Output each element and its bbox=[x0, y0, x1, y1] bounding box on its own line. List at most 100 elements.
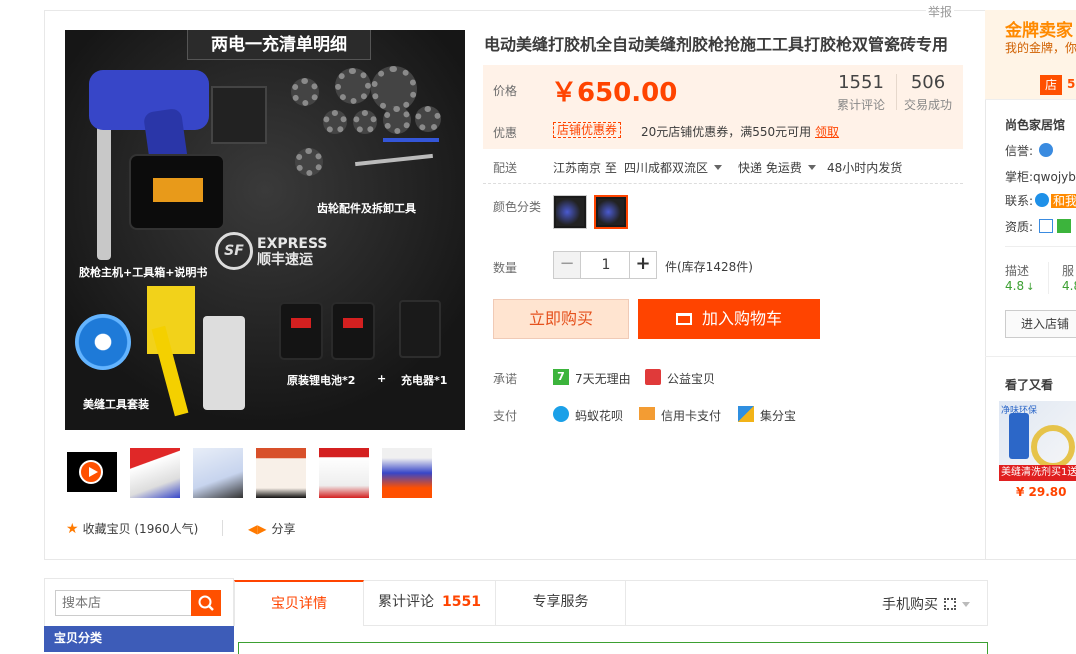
delivery-from: 江苏南京 至 bbox=[553, 161, 617, 175]
gear-icon bbox=[323, 110, 347, 134]
quantity-input[interactable] bbox=[582, 252, 630, 278]
gear-icon bbox=[291, 78, 319, 106]
product-can bbox=[1009, 413, 1029, 459]
thumbnail-4[interactable] bbox=[317, 446, 371, 500]
stock-text: 件(库存1428件) bbox=[665, 260, 753, 274]
star-icon: ★ bbox=[66, 521, 79, 537]
claim-coupon-link[interactable]: 领取 bbox=[815, 123, 839, 140]
favorite-button[interactable]: ★ 收藏宝贝 (1960人气) bbox=[66, 520, 198, 537]
cart-icon bbox=[675, 313, 692, 325]
pay-credit: 信用卡支付 bbox=[661, 409, 722, 423]
search-input[interactable] bbox=[55, 590, 193, 616]
shop-name[interactable]: 尚色家居馆 bbox=[1005, 116, 1065, 133]
divider bbox=[985, 356, 1076, 357]
main-product-image[interactable]: 两电一充清单明细 齿轮配件及拆卸工具 SF EXPRESS 顺丰速运 胶枪主机+工… bbox=[65, 30, 465, 430]
license-icon[interactable] bbox=[1039, 219, 1054, 233]
owner-row: 掌柜:qwojyb bbox=[1005, 168, 1076, 185]
rate-1-label: 描述 bbox=[1005, 264, 1030, 278]
express-logo: EXPRESS 顺丰速运 bbox=[257, 236, 328, 268]
see-also-title: 看了又看 bbox=[1005, 378, 1054, 392]
tab-service[interactable]: 专享服务 bbox=[496, 580, 626, 626]
gear-icon bbox=[415, 106, 441, 132]
enter-store-button[interactable]: 进入店铺 bbox=[1005, 310, 1076, 338]
charity-icon bbox=[645, 369, 661, 385]
gear-icon bbox=[371, 66, 417, 112]
tool-pack bbox=[203, 316, 245, 410]
tab-reviews-count: 1551 bbox=[442, 594, 481, 610]
cert-icon[interactable] bbox=[1057, 219, 1072, 233]
caption-charger: 充电器*1 bbox=[401, 374, 448, 387]
promise-charity[interactable]: 公益宝贝 bbox=[667, 370, 715, 387]
contact-row: 联系: 和我 bbox=[1005, 192, 1076, 209]
manual-pack bbox=[211, 86, 267, 144]
review-count[interactable]: 1551 bbox=[831, 72, 891, 93]
gold-seller-title: 金牌卖家 bbox=[1005, 21, 1073, 41]
tab-reviews[interactable]: 累计评论 1551 bbox=[364, 580, 496, 626]
review-label: 累计评论 bbox=[836, 98, 885, 112]
favorite-label: 收藏宝贝 (1960人气) bbox=[82, 522, 199, 536]
search-button[interactable] bbox=[191, 590, 221, 616]
express-cn: 顺丰速运 bbox=[257, 252, 313, 268]
thumbnail-2[interactable] bbox=[191, 446, 245, 500]
report-link[interactable]: 举报 bbox=[926, 3, 955, 20]
sales-label: 交易成功 bbox=[903, 98, 952, 112]
chat-icon[interactable] bbox=[1035, 193, 1050, 207]
tab-reviews-label: 累计评论 bbox=[378, 594, 435, 610]
credit-row: 信誉: bbox=[1005, 142, 1054, 159]
promise-7day[interactable]: 7天无理由 bbox=[575, 370, 631, 387]
sf-logo: SF bbox=[215, 232, 253, 270]
video-thumbnail[interactable] bbox=[67, 452, 117, 492]
divider bbox=[1005, 246, 1076, 247]
decrease-button[interactable]: − bbox=[554, 252, 581, 278]
caption-gears: 齿轮配件及拆卸工具 bbox=[317, 202, 416, 215]
store-icon: 店 bbox=[1040, 75, 1062, 95]
owner-label: 掌柜: bbox=[1005, 170, 1034, 184]
battery-2 bbox=[331, 302, 375, 360]
thumbnail-1[interactable] bbox=[128, 446, 182, 500]
coupon-tag: 店铺优惠券 bbox=[553, 122, 622, 138]
divider bbox=[483, 183, 963, 184]
huabei-icon bbox=[553, 406, 569, 422]
arrow-down-icon: ↓ bbox=[1026, 282, 1035, 293]
quantity-stepper: − + bbox=[553, 251, 657, 279]
increase-button[interactable]: + bbox=[629, 252, 656, 278]
rate-2-label: 服 bbox=[1062, 264, 1075, 278]
chevron-down-icon bbox=[807, 165, 816, 170]
detail-content bbox=[238, 642, 988, 654]
add-to-cart-button[interactable]: 加入购物车 bbox=[638, 299, 820, 339]
play-icon bbox=[79, 460, 103, 484]
tool-case bbox=[129, 154, 225, 230]
product-title: 电动美缝打胶机全自动美缝剂胶枪抢施工工具打胶枪双管瓷砖专用 bbox=[484, 35, 949, 54]
gear-icon bbox=[383, 106, 411, 134]
color-option-2[interactable] bbox=[594, 195, 628, 229]
store-number: 5 bbox=[1067, 77, 1076, 91]
share-button[interactable]: ◀▶ 分享 bbox=[248, 520, 295, 537]
charger bbox=[399, 300, 441, 358]
gear-icon bbox=[335, 68, 371, 104]
dispatch-text: 48小时内发货 bbox=[827, 161, 903, 175]
contact-text[interactable]: 和我 bbox=[1051, 194, 1076, 208]
thumbnail-5[interactable] bbox=[380, 446, 434, 500]
shipping-select[interactable]: 快递 免运费 bbox=[738, 159, 816, 176]
mobile-buy-label: 手机购买 bbox=[882, 597, 938, 613]
stat-divider bbox=[896, 74, 897, 110]
jifenbao-icon bbox=[738, 406, 754, 422]
promo-label: 优惠 bbox=[493, 126, 518, 140]
buy-now-button[interactable]: 立即购买 bbox=[493, 299, 629, 339]
delivery-to-select[interactable]: 四川成都双流区 bbox=[624, 159, 723, 176]
mobile-buy-button[interactable]: 手机购买 bbox=[882, 594, 970, 614]
color-option-1[interactable] bbox=[553, 195, 587, 229]
chevron-down-icon bbox=[714, 165, 723, 170]
recommend-image[interactable]: 净味环保 美缝清洗剂买1送 bbox=[999, 401, 1076, 481]
price-value: ￥650.00 bbox=[551, 78, 678, 108]
owner-name[interactable]: qwojyb bbox=[1033, 170, 1076, 184]
sales-count: 506 bbox=[910, 72, 946, 93]
quals-label: 资质: bbox=[1005, 220, 1034, 234]
seven-day-icon: 7 bbox=[553, 369, 569, 385]
thumbnail-3[interactable] bbox=[254, 446, 308, 500]
battery-1 bbox=[279, 302, 323, 360]
share-icon: ◀▶ bbox=[248, 522, 267, 536]
gold-seller-sub: 我的金牌，你 bbox=[1005, 41, 1076, 55]
tape-roll bbox=[75, 314, 131, 370]
tab-details[interactable]: 宝贝详情 bbox=[234, 580, 364, 626]
